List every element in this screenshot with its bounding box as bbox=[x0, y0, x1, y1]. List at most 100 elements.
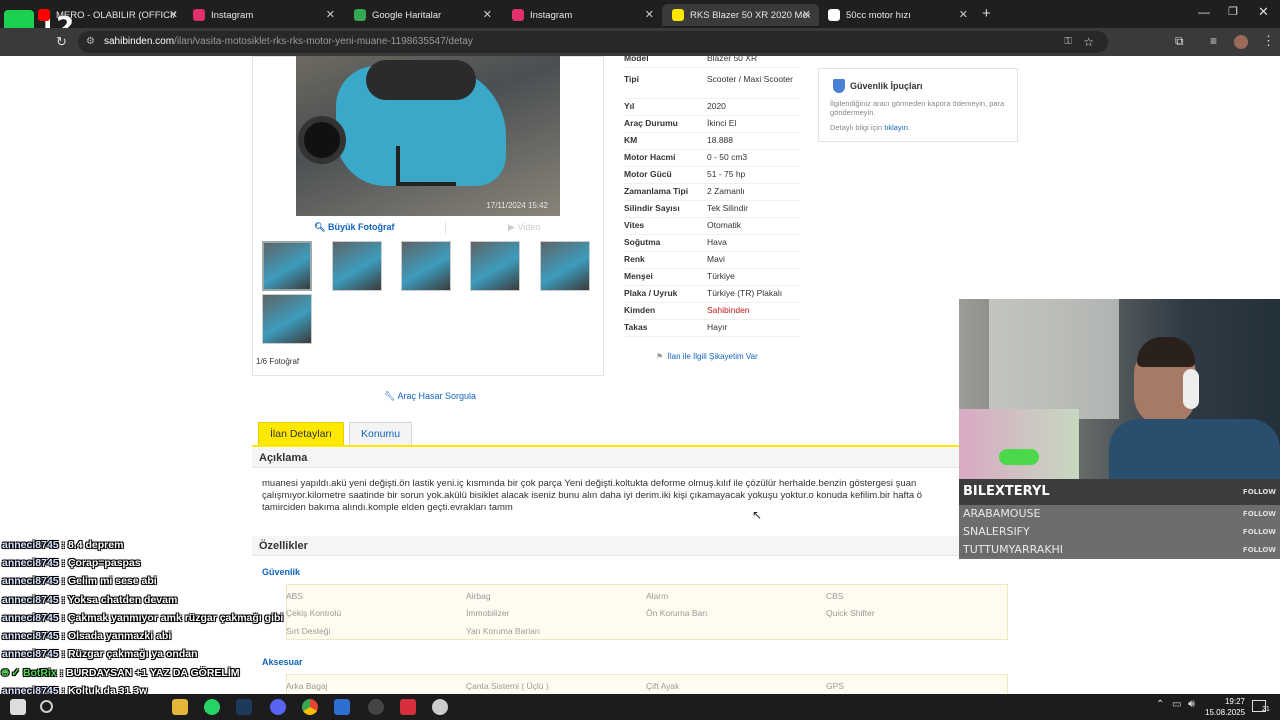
tab-label: Google Haritalar bbox=[372, 9, 442, 21]
spec-key: Model bbox=[624, 56, 649, 63]
video-button: ▶ Video bbox=[508, 222, 541, 232]
chat-username: anneci8745 bbox=[2, 539, 59, 551]
url-input[interactable]: ⚙ sahibinden.com/ilan/vasita-motosiklet-… bbox=[78, 31, 1108, 53]
tab-listing-details[interactable]: İlan Detayları bbox=[258, 422, 344, 445]
tab-label: RKS Blazer 50 XR 2020 Model S bbox=[690, 9, 810, 21]
feature-item: İmmobilizer bbox=[466, 608, 510, 618]
close-tab-icon[interactable]: ✕ bbox=[645, 8, 654, 21]
close-window-button[interactable]: ✕ bbox=[1258, 4, 1269, 20]
close-tab-icon[interactable]: ✕ bbox=[959, 8, 968, 21]
spec-value: Otomatik bbox=[707, 220, 742, 230]
browser-tab[interactable]: Instagram ✕ bbox=[183, 4, 343, 26]
chat-separator: : bbox=[58, 557, 68, 570]
notification-count: 21 bbox=[1262, 706, 1270, 713]
browser-menu-icon[interactable]: ⋮ bbox=[1262, 33, 1275, 49]
instagram-icon bbox=[512, 9, 524, 21]
photo-counter: 1/6 Fotoğraf bbox=[256, 357, 300, 366]
spec-row: Menşei Türkiye bbox=[624, 269, 800, 286]
safety-tips-box: Güvenlik İpuçları İlgilendiğiniz aracı g… bbox=[818, 68, 1018, 142]
new-tab-button[interactable]: + bbox=[982, 5, 991, 22]
window-light bbox=[989, 299, 1119, 419]
media-control-icon[interactable]: ≡ bbox=[1210, 34, 1217, 48]
volume-icon[interactable]: 🔊︎ bbox=[1188, 698, 1195, 711]
security-category: Güvenlik bbox=[262, 567, 301, 577]
browser-tab[interactable]: MERO - OLABILIR (OFFICIAL ✕ bbox=[28, 4, 186, 26]
browser-tab[interactable]: Instagram ✕ bbox=[502, 4, 662, 26]
maximize-button[interactable]: ❐ bbox=[1228, 5, 1238, 18]
chat-text: BURDAYSAN +1 YAZ DA GÖRELİM bbox=[66, 667, 240, 680]
bookmark-star-icon[interactable]: ☆ bbox=[1083, 31, 1094, 53]
app-icon[interactable] bbox=[334, 699, 350, 715]
spec-key: Tipi bbox=[624, 74, 639, 84]
start-icon[interactable] bbox=[10, 699, 26, 715]
app-red-icon[interactable] bbox=[400, 699, 416, 715]
maps-icon bbox=[354, 9, 366, 21]
follow-label: FOLLOW bbox=[1242, 546, 1276, 554]
extensions-icon[interactable]: ⧉ bbox=[1175, 34, 1184, 49]
main-photo[interactable]: 17/11/2024 15:42 bbox=[296, 56, 560, 216]
explorer-icon[interactable] bbox=[172, 699, 188, 715]
app-white-icon[interactable] bbox=[432, 699, 448, 715]
steam-icon[interactable] bbox=[236, 699, 252, 715]
google-icon bbox=[828, 9, 840, 21]
spec-value: Scooter / Maxi Scooter bbox=[707, 74, 793, 84]
search-icon[interactable] bbox=[40, 700, 53, 713]
photo-thumbnail[interactable] bbox=[262, 294, 312, 344]
chrome-icon[interactable] bbox=[302, 699, 318, 715]
browser-tab[interactable]: Google Haritalar ✕ bbox=[344, 4, 500, 26]
chat-text: 8.4 deprem bbox=[67, 539, 124, 551]
browser-tab[interactable]: RKS Blazer 50 XR 2020 Model S✕ bbox=[662, 4, 819, 26]
spec-value: 2020 bbox=[707, 101, 726, 111]
tab-label: Instagram bbox=[211, 9, 254, 21]
feature-item: Alarm bbox=[646, 591, 669, 601]
description-text: muanesi yapıldı.akü yeni değişti.ön last… bbox=[262, 478, 923, 513]
network-icon[interactable]: ▭ bbox=[1172, 699, 1181, 710]
wrench-icon: 🔧︎ bbox=[384, 391, 396, 401]
browser-tab[interactable]: 50cc motor hızı ✕ bbox=[818, 4, 976, 26]
site-info-icon[interactable]: ⚙ bbox=[86, 31, 95, 53]
whatsapp-icon[interactable] bbox=[204, 699, 220, 715]
minimize-button[interactable]: — bbox=[1198, 5, 1210, 19]
photo-thumbnail[interactable] bbox=[262, 241, 312, 291]
tab-location[interactable]: Konumu bbox=[349, 422, 413, 445]
photo-thumbnail[interactable] bbox=[332, 241, 382, 291]
password-key-icon[interactable]: ⚿ bbox=[1064, 31, 1072, 53]
photo-thumbnail[interactable] bbox=[540, 241, 590, 291]
follower-name: ARABAMOUSE bbox=[963, 507, 1041, 520]
chat-message: anneci8745 : Gelim mi sese abi bbox=[2, 575, 157, 587]
photo-thumbnail[interactable] bbox=[401, 241, 451, 291]
complaint-link[interactable]: ⚑ İlan ile İlgili Şikayetim Var bbox=[656, 352, 758, 361]
reload-icon[interactable]: ↻ bbox=[56, 34, 67, 50]
spec-value: Blazer 50 XR bbox=[707, 56, 758, 63]
spec-row: Model Blazer 50 XR bbox=[624, 56, 800, 68]
chat-message: anneci8745 : Olsada yanmazki abi bbox=[2, 630, 171, 642]
close-tab-icon[interactable]: ✕ bbox=[483, 8, 492, 21]
clock[interactable]: 19:27 15.08.2025 bbox=[1205, 696, 1245, 718]
damage-query-link[interactable]: 🔧︎ Araç Hasar Sorgula bbox=[384, 391, 476, 402]
chat-separator: : bbox=[58, 630, 68, 642]
safety-more-link[interactable]: tıklayın. bbox=[884, 123, 910, 132]
spec-key: Vites bbox=[624, 220, 645, 230]
chat-text: Gelim mi sese abi bbox=[67, 575, 157, 588]
spec-key: Renk bbox=[624, 254, 645, 264]
follower-name: BILEXTERYL bbox=[963, 484, 1050, 499]
url-path: /ilan/vasita-motosiklet-rks-rks-motor-ye… bbox=[174, 36, 473, 47]
description-heading: Açıklama bbox=[252, 448, 1008, 468]
tray-chevron-icon[interactable]: ⌃ bbox=[1156, 699, 1164, 710]
spec-key: Motor Gücü bbox=[624, 169, 672, 179]
follower-alert: SNALERSIFY FOLLOW bbox=[959, 523, 1280, 541]
photo-thumbnail[interactable] bbox=[470, 241, 520, 291]
spec-row: Kimden Sahibinden bbox=[624, 303, 800, 320]
close-tab-icon[interactable]: ✕ bbox=[169, 8, 178, 21]
safety-more: Detaylı bilgi için tıklayın. bbox=[830, 123, 911, 132]
profile-avatar[interactable] bbox=[1234, 35, 1248, 49]
feature-item: Çekiş Kontrolü bbox=[286, 608, 342, 618]
big-photo-button[interactable]: 🔍︎ Büyük Fotoğraf bbox=[314, 222, 394, 233]
close-tab-icon[interactable]: ✕ bbox=[326, 8, 335, 21]
discord-icon[interactable] bbox=[270, 699, 286, 715]
chat-username: anneci8745 bbox=[2, 575, 59, 588]
spec-key: Yıl bbox=[624, 101, 635, 111]
clock-time: 19:27 bbox=[1224, 697, 1245, 706]
obs-icon[interactable] bbox=[368, 699, 384, 715]
close-tab-icon[interactable]: ✕ bbox=[802, 8, 811, 21]
